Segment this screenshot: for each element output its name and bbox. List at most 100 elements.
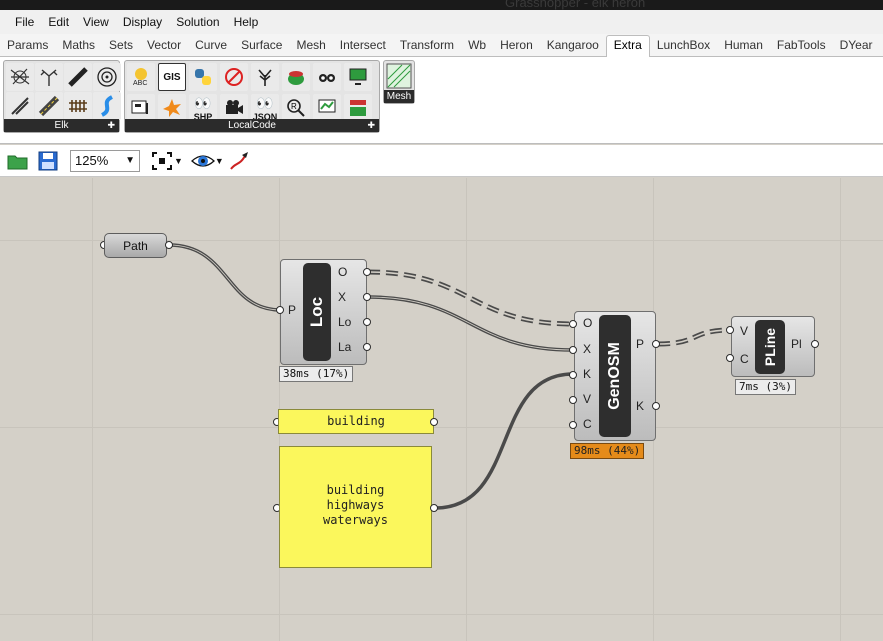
mesh-button-label: Mesh bbox=[384, 90, 414, 103]
tree-icon[interactable] bbox=[251, 63, 279, 91]
genosm-timing-badge: 98ms (44%) bbox=[570, 443, 645, 459]
elk-railway-icon[interactable] bbox=[64, 92, 92, 120]
genosm-c-grip[interactable] bbox=[569, 421, 577, 429]
menu-solution[interactable]: Solution bbox=[169, 15, 226, 29]
genosm-x-grip[interactable] bbox=[569, 346, 577, 354]
tab-params[interactable]: Params bbox=[0, 38, 55, 56]
genosm-v-grip[interactable] bbox=[569, 396, 577, 404]
menu-display[interactable]: Display bbox=[116, 15, 169, 29]
wire-genosm-p-to-pline-v[interactable] bbox=[657, 327, 732, 347]
path-parameter[interactable]: Path bbox=[104, 233, 167, 258]
tab-dyear[interactable]: DYear bbox=[833, 38, 880, 56]
genosm-k-out-grip[interactable] bbox=[652, 402, 660, 410]
tab-intersect[interactable]: Intersect bbox=[333, 38, 393, 56]
zoom-extents-dropdown-icon[interactable]: ▼ bbox=[174, 156, 183, 166]
panel-tags-line: highways bbox=[326, 498, 385, 512]
elk-highway-icon[interactable] bbox=[6, 92, 34, 120]
genosm-o-grip[interactable] bbox=[569, 320, 577, 328]
elk-road-icon[interactable] bbox=[64, 63, 92, 91]
genosm-component-name: GenOSM bbox=[599, 315, 631, 437]
panel-building-output-grip[interactable] bbox=[430, 418, 438, 426]
camera-icon[interactable] bbox=[220, 94, 248, 122]
binoculars-icon[interactable] bbox=[313, 63, 341, 91]
green-monitor-icon[interactable] bbox=[344, 63, 372, 91]
wire-path-to-loc[interactable] bbox=[168, 243, 282, 312]
elk-waterway-icon[interactable] bbox=[93, 92, 121, 120]
genosm-component[interactable]: GenOSM O X K V C P K bbox=[574, 311, 656, 441]
mesh-button[interactable]: Mesh bbox=[383, 60, 415, 104]
loc-x-grip[interactable] bbox=[363, 293, 371, 301]
abc-icon[interactable]: ABC bbox=[127, 63, 155, 91]
python-icon[interactable] bbox=[189, 63, 217, 91]
elk-map-icon[interactable] bbox=[6, 63, 34, 91]
eye-icon bbox=[190, 154, 215, 167]
wire-panel-to-genosm-k[interactable] bbox=[434, 372, 574, 510]
panel-tags[interactable]: building highways waterways bbox=[279, 446, 432, 568]
genosm-output-k: K bbox=[636, 399, 645, 413]
red-bar-icon[interactable] bbox=[344, 94, 372, 122]
menu-file[interactable]: File bbox=[8, 15, 41, 29]
tab-lunchbox[interactable]: LunchBox bbox=[650, 38, 717, 56]
loc-p-grip[interactable] bbox=[276, 306, 284, 314]
panel-tags-output-grip[interactable] bbox=[430, 504, 438, 512]
zoom-value: 125% bbox=[75, 152, 109, 168]
chart-monitor-icon[interactable] bbox=[313, 94, 341, 122]
tab-sets[interactable]: Sets bbox=[102, 38, 140, 56]
loc-o-grip[interactable] bbox=[363, 268, 371, 276]
save-file-button[interactable] bbox=[36, 149, 60, 173]
menu-view[interactable]: View bbox=[76, 15, 116, 29]
save-pot-icon[interactable] bbox=[282, 63, 310, 91]
pline-component[interactable]: PLine V C Pl bbox=[731, 316, 815, 377]
canvas-toolbar: 125% ▼ ▼ ▼ bbox=[0, 145, 883, 177]
shp-icon[interactable]: 👀 SHP bbox=[189, 94, 217, 122]
zoom-select[interactable]: 125% ▼ bbox=[70, 149, 140, 172]
loc-component-name: Loc bbox=[303, 263, 331, 361]
tab-transform[interactable]: Transform bbox=[393, 38, 461, 56]
localcode-panel: ABC GIS 👀 SHP 👀 JSON R LocalCode ✚ bbox=[124, 60, 380, 133]
path-output-grip[interactable] bbox=[165, 241, 173, 249]
elk-contour-icon[interactable] bbox=[93, 63, 121, 91]
loc-la-grip[interactable] bbox=[363, 343, 371, 351]
genosm-input-v: V bbox=[583, 392, 592, 406]
tab-maths[interactable]: Maths bbox=[55, 38, 102, 56]
preview-button[interactable] bbox=[190, 149, 215, 173]
elk-street-icon[interactable] bbox=[35, 92, 63, 120]
panel-tags-line: waterways bbox=[322, 513, 389, 527]
tab-surface[interactable]: Surface bbox=[234, 38, 289, 56]
genosm-k-grip[interactable] bbox=[569, 371, 577, 379]
chevron-down-icon: ▼ bbox=[125, 154, 135, 166]
tab-curve[interactable]: Curve bbox=[188, 38, 234, 56]
loc-input-p: P bbox=[288, 303, 297, 317]
pline-c-grip[interactable] bbox=[726, 354, 734, 362]
tab-human[interactable]: Human bbox=[717, 38, 770, 56]
menu-edit[interactable]: Edit bbox=[41, 15, 76, 29]
gis-icon[interactable]: GIS bbox=[158, 63, 186, 91]
sketch-button[interactable] bbox=[228, 149, 252, 173]
pline-pl-grip[interactable] bbox=[811, 340, 819, 348]
zoom-extents-button[interactable] bbox=[150, 149, 174, 173]
loc-component[interactable]: Loc P O X Lo La bbox=[280, 259, 367, 365]
elk-panel-label[interactable]: Elk ✚ bbox=[4, 119, 119, 132]
loc-lo-grip[interactable] bbox=[363, 318, 371, 326]
tab-mesh[interactable]: Mesh bbox=[289, 38, 332, 56]
tab-extra[interactable]: Extra bbox=[605, 35, 650, 57]
json-icon[interactable]: 👀 JSON bbox=[251, 94, 279, 122]
no-tree-icon[interactable] bbox=[220, 63, 248, 91]
grasshopper-canvas[interactable]: Path Loc P O X Lo La 38ms (17%) GenOSM O… bbox=[0, 178, 883, 641]
search-pot-icon[interactable]: R bbox=[282, 94, 310, 122]
elk-antlers-icon[interactable] bbox=[35, 63, 63, 91]
menu-help[interactable]: Help bbox=[227, 15, 266, 29]
tab-kangaroo[interactable]: Kangaroo bbox=[540, 38, 606, 56]
open-file-button[interactable] bbox=[6, 149, 30, 173]
localcode-panel-label[interactable]: LocalCode ✚ bbox=[125, 119, 379, 132]
tab-heron[interactable]: Heron bbox=[493, 38, 540, 56]
genosm-p-out-grip[interactable] bbox=[652, 340, 660, 348]
panel-building[interactable]: building bbox=[278, 409, 434, 434]
tab-fabtools[interactable]: FabTools bbox=[770, 38, 833, 56]
preview-dropdown-icon[interactable]: ▼ bbox=[215, 156, 224, 166]
console-icon[interactable] bbox=[127, 94, 155, 122]
tab-vector[interactable]: Vector bbox=[140, 38, 188, 56]
tab-wb[interactable]: Wb bbox=[461, 38, 493, 56]
pline-v-grip[interactable] bbox=[726, 326, 734, 334]
burst-icon[interactable] bbox=[158, 94, 186, 122]
